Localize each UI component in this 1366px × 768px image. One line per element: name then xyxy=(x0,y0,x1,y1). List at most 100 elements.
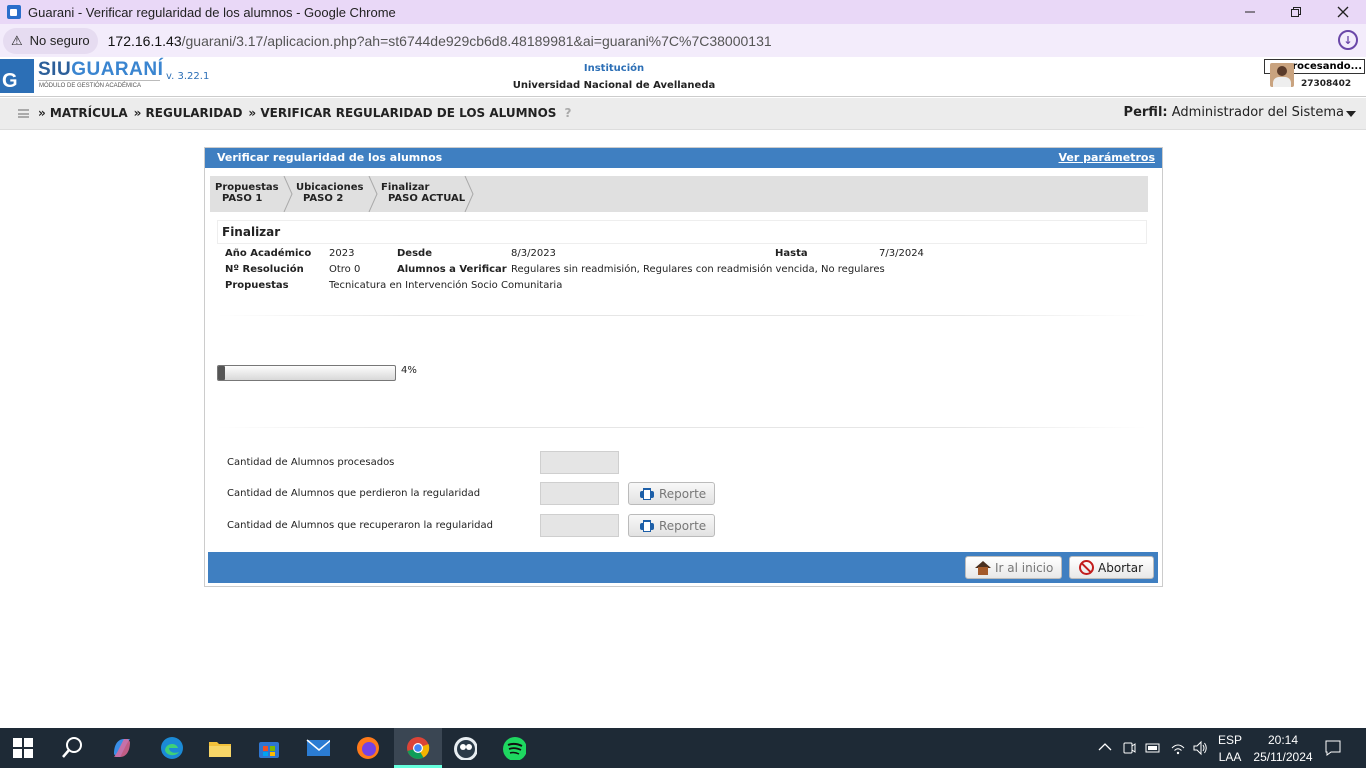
avatar[interactable] xyxy=(1270,63,1294,87)
breadcrumb-regularidad[interactable]: » REGULARIDAD xyxy=(134,106,243,120)
clock-time[interactable]: 20:14 xyxy=(1250,733,1316,747)
step-name: Ubicaciones xyxy=(296,182,364,193)
help-icon[interactable]: ? xyxy=(564,106,571,120)
url-path: /guarani/3.17/aplicacion.php?ah=st6744de… xyxy=(181,32,772,49)
app-game-icon[interactable] xyxy=(453,736,477,760)
ver-parametros-link[interactable]: Ver parámetros xyxy=(1059,151,1155,164)
institution-name: Universidad Nacional de Avellaneda xyxy=(512,80,716,91)
recuperaron-field xyxy=(540,514,619,537)
minimize-icon xyxy=(1245,11,1255,13)
hasta-label: Hasta xyxy=(775,248,808,259)
step-ubicaciones[interactable]: Ubicaciones PASO 2 xyxy=(296,176,363,212)
step-sub: PASO 2 xyxy=(303,193,344,204)
firefox-icon[interactable] xyxy=(356,736,380,760)
search-icon[interactable] xyxy=(61,736,85,760)
divider xyxy=(217,315,1147,316)
chevron-down-icon[interactable] xyxy=(1346,111,1356,117)
minimize-button[interactable] xyxy=(1227,0,1273,24)
file-explorer-icon[interactable] xyxy=(208,736,232,760)
desde-label: Desde xyxy=(397,248,432,259)
url-host: 172.16.1.43 xyxy=(107,32,182,49)
progress-fill xyxy=(218,366,226,380)
alumnos-value: Regulares sin readmisión, Regulares con … xyxy=(511,264,885,275)
step-sub: PASO 1 xyxy=(222,193,263,204)
perdieron-label: Cantidad de Alumnos que perdieron la reg… xyxy=(227,488,481,499)
warning-icon: ⚠ xyxy=(11,32,23,48)
reporte-label: Reporte xyxy=(659,486,707,501)
panel-footer: Ir al inicio Abortar xyxy=(208,552,1158,583)
hasta-value: 7/3/2024 xyxy=(879,248,924,259)
security-indicator[interactable]: ⚠ No seguro xyxy=(3,27,98,54)
step-propuestas[interactable]: Propuestas PASO 1 xyxy=(215,176,279,212)
language-top[interactable]: ESP xyxy=(1216,733,1244,747)
store-icon[interactable] xyxy=(257,736,281,760)
wifi-icon[interactable] xyxy=(1170,740,1186,756)
stop-icon xyxy=(1079,560,1094,575)
recuperaron-label: Cantidad de Alumnos que recuperaron la r… xyxy=(227,520,493,531)
guarani-favicon-icon xyxy=(7,5,21,19)
profile-label: Perfil: xyxy=(1123,105,1168,120)
menu-icon[interactable] xyxy=(18,109,29,118)
panel-title: Verificar regularidad de los alumnos xyxy=(217,151,443,164)
propuestas-value: Tecnicatura en Intervención Socio Comuni… xyxy=(329,280,563,291)
volume-icon[interactable] xyxy=(1192,740,1208,756)
chrome-task-active[interactable] xyxy=(394,728,442,768)
download-icon[interactable]: ↓ xyxy=(1338,30,1358,50)
ir-al-inicio-label: Ir al inicio xyxy=(995,560,1054,575)
ir-al-inicio-button[interactable]: Ir al inicio xyxy=(965,556,1062,579)
propuestas-label: Propuestas xyxy=(225,280,289,291)
printer-icon xyxy=(640,519,654,532)
reporte-perdieron-button[interactable]: Reporte xyxy=(628,482,715,505)
reporte-recuperaron-button[interactable]: Reporte xyxy=(628,514,715,537)
step-separator xyxy=(283,176,293,212)
breadcrumb-matricula[interactable]: » MATRÍCULA xyxy=(38,106,128,120)
progress-bar xyxy=(217,365,396,381)
section-title: Finalizar xyxy=(222,225,281,239)
desde-value: 8/3/2023 xyxy=(511,248,556,259)
anio-value: 2023 xyxy=(329,248,355,259)
divider xyxy=(217,427,1147,428)
mail-icon[interactable] xyxy=(306,736,330,760)
profile-value: Administrador del Sistema xyxy=(1171,105,1344,120)
section-box xyxy=(217,220,1147,244)
edge-icon[interactable] xyxy=(160,736,184,760)
step-finalizar: Finalizar PASO ACTUAL xyxy=(381,176,465,212)
browser-titlebar: Guarani - Verificar regularidad de los a… xyxy=(0,0,1366,24)
security-label: No seguro xyxy=(29,33,90,48)
step-separator xyxy=(368,176,378,212)
reporte-label: Reporte xyxy=(659,518,707,533)
copilot-icon[interactable] xyxy=(110,736,134,760)
step-separator xyxy=(464,176,474,212)
procesados-label: Cantidad de Alumnos procesados xyxy=(227,457,395,468)
resolucion-label: Nº Resolución xyxy=(225,264,304,275)
clock-date[interactable]: 25/11/2024 xyxy=(1250,750,1316,764)
app-header: G SIUGUARANÍ MÓDULO DE GESTIÓN ACADÉMICA… xyxy=(0,57,1366,97)
step-name: Propuestas xyxy=(215,182,279,193)
wizard-steps: Propuestas PASO 1 Ubicaciones PASO 2 Fin… xyxy=(210,176,1148,212)
abortar-button[interactable]: Abortar xyxy=(1069,556,1154,579)
alumnos-label: Alumnos a Verificar xyxy=(397,264,507,275)
chrome-icon xyxy=(407,737,430,759)
close-window-button[interactable] xyxy=(1320,0,1366,24)
meet-icon[interactable] xyxy=(1122,740,1136,756)
breadcrumb-bar: » MATRÍCULA » REGULARIDAD » VERIFICAR RE… xyxy=(0,98,1366,130)
abortar-label: Abortar xyxy=(1098,560,1144,575)
profile-selector[interactable]: Perfil: Administrador del Sistema xyxy=(1124,105,1344,120)
procesados-field xyxy=(540,451,619,474)
printer-icon xyxy=(640,487,654,500)
url-field[interactable]: 172.16.1.43/guarani/3.17/aplicacion.php?… xyxy=(108,33,772,49)
language-bottom[interactable]: LAA xyxy=(1216,750,1244,764)
spotify-icon[interactable] xyxy=(502,736,526,760)
restore-button[interactable] xyxy=(1273,0,1319,24)
windows-start-icon[interactable] xyxy=(13,738,37,762)
chevron-up-icon[interactable] xyxy=(1098,742,1112,752)
resolucion-value: Otro 0 xyxy=(329,264,361,275)
battery-icon[interactable] xyxy=(1145,741,1161,755)
institution-label: Institución xyxy=(583,63,645,74)
anio-label: Año Académico xyxy=(225,248,312,259)
restore-icon xyxy=(1291,7,1301,17)
perdieron-field xyxy=(540,482,619,505)
address-bar: ⚠ No seguro 172.16.1.43/guarani/3.17/apl… xyxy=(0,24,1366,57)
user-id: 27308402 xyxy=(1301,79,1352,89)
notifications-icon[interactable] xyxy=(1324,739,1342,757)
